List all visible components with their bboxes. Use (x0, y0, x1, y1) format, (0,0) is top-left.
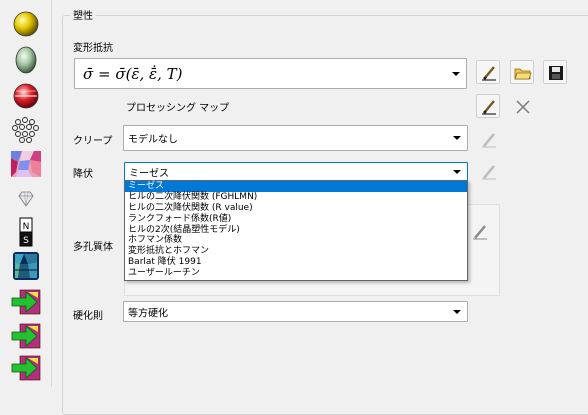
grain-icon[interactable] (8, 250, 44, 282)
green-sphere-icon[interactable] (8, 44, 44, 76)
yield-option[interactable]: ホフマン係数 (125, 235, 467, 246)
hardening-combo[interactable]: 等方硬化 (123, 301, 468, 322)
chevron-down-icon (453, 136, 461, 140)
yield-option[interactable]: ミーゼス (125, 181, 467, 192)
arrow-in-icon-3[interactable] (8, 352, 44, 384)
yield-option[interactable]: ヒルの二次降伏関数 (R value) (125, 203, 467, 214)
svg-text:N: N (23, 222, 30, 232)
arrow-in-icon-1[interactable] (8, 286, 44, 318)
yield-option[interactable]: Barlat 降伏 1991 (125, 257, 467, 268)
yellow-sphere-icon[interactable] (8, 8, 44, 40)
red-sphere-icon[interactable] (8, 80, 44, 112)
svg-text:S: S (23, 236, 29, 246)
edit-processing-map-button[interactable] (476, 94, 500, 118)
yield-option[interactable]: ヒルの二次降伏関数 (FGHLMN) (125, 192, 467, 203)
chevron-down-icon (453, 169, 461, 174)
processing-map-label: プロセッシング マップ (126, 103, 230, 114)
yield-option[interactable]: ランクフォード係数(R値) (125, 214, 467, 225)
creep-label: クリープ (73, 136, 113, 147)
yield-option[interactable]: ヒルの2次(結晶塑性モデル) (125, 225, 467, 236)
material-toolbar: NS (0, 0, 52, 387)
deformation-label: 変形抵抗 (73, 43, 113, 54)
edit-flow-stress-button[interactable] (476, 60, 500, 84)
yield-value: ミーゼス (129, 168, 169, 179)
hardening-value: 等方硬化 (128, 308, 168, 319)
yield-option[interactable]: ユーザールーチン (125, 268, 467, 279)
yield-option[interactable]: 変形抵抗とホフマン (125, 246, 467, 257)
diamond-icon[interactable] (8, 184, 44, 216)
edit-yield-icon[interactable] (479, 162, 499, 182)
texture-icon[interactable] (8, 148, 44, 180)
creep-value: モデルなし (128, 134, 178, 146)
delete-icon[interactable] (513, 97, 533, 117)
flow-stress-combo[interactable]: σ̄ = σ̄(ε̄, ε̄̇, T) (74, 58, 467, 89)
yield-combo[interactable]: ミーゼス (124, 162, 468, 181)
open-folder-button[interactable] (510, 60, 534, 84)
chevron-down-icon (453, 309, 461, 314)
yield-dropdown-list: ミーゼス ヒルの二次降伏関数 (FGHLMN) ヒルの二次降伏関数 (R value… (124, 180, 468, 281)
flow-stress-formula: σ̄ = σ̄(ε̄, ε̄̇, T) (83, 64, 183, 83)
chevron-down-icon (452, 71, 460, 76)
save-button[interactable] (543, 60, 567, 84)
creep-combo[interactable]: モデルなし (123, 125, 468, 151)
hardening-label: 硬化則 (73, 311, 103, 322)
arrow-in-icon-2[interactable] (8, 320, 44, 352)
edit-creep-icon[interactable] (479, 130, 499, 150)
magnet-icon[interactable]: NS (8, 216, 44, 248)
yield-label: 降伏 (73, 169, 93, 180)
edit-porous-icon[interactable] (470, 222, 490, 242)
group-title: 塑性 (70, 7, 96, 22)
particles-icon[interactable] (8, 114, 44, 146)
porous-label: 多孔質体 (73, 242, 113, 253)
